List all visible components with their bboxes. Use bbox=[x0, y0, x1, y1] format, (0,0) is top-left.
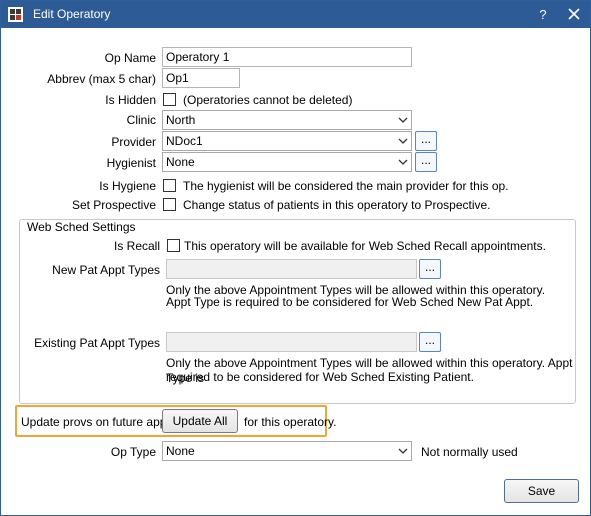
is-recall-checkbox[interactable] bbox=[167, 239, 180, 252]
existing-pat-appt-types-label: Existing Pat Appt Types bbox=[34, 336, 160, 350]
op-type-label: Op Type bbox=[110, 445, 156, 459]
hygienist-label: Hygienist bbox=[106, 156, 156, 170]
op-type-value: None bbox=[166, 444, 195, 458]
new-pat-appt-types-label: New Pat Appt Types bbox=[52, 263, 160, 277]
is-hygiene-label: Is Hygiene bbox=[99, 179, 156, 193]
close-icon bbox=[568, 8, 580, 20]
new-pat-note-line2: Appt Type is required to be considered f… bbox=[166, 295, 534, 309]
clinic-select[interactable]: North bbox=[162, 110, 412, 130]
set-prospective-label: Set Prospective bbox=[71, 198, 156, 212]
chevron-down-icon bbox=[398, 448, 408, 454]
is-hidden-checkbox[interactable] bbox=[163, 93, 176, 106]
existing-pat-appt-types-field bbox=[166, 332, 417, 352]
hygienist-value: None bbox=[166, 155, 195, 169]
is-hidden-label: Is Hidden bbox=[105, 93, 156, 107]
is-recall-label: Is Recall bbox=[113, 239, 160, 253]
is-hygiene-note: The hygienist will be considered the mai… bbox=[183, 179, 509, 193]
chevron-down-icon bbox=[398, 117, 408, 123]
set-prospective-checkbox[interactable] bbox=[163, 198, 176, 211]
app-icon bbox=[8, 7, 23, 22]
provider-value: NDoc1 bbox=[166, 134, 203, 148]
existing-pat-note-line2: required to be considered for Web Sched … bbox=[166, 370, 474, 384]
chevron-down-icon bbox=[398, 138, 408, 144]
existing-pat-appt-types-button[interactable]: ... bbox=[419, 332, 441, 352]
set-prospective-note: Change status of patients in this operat… bbox=[183, 198, 491, 212]
provider-picker-button[interactable]: ... bbox=[415, 131, 437, 151]
close-button[interactable] bbox=[564, 5, 584, 24]
abbrev-label: Abbrev (max 5 char) bbox=[47, 72, 156, 86]
provider-label: Provider bbox=[111, 135, 156, 149]
hygienist-select[interactable]: None bbox=[162, 152, 412, 172]
clinic-label: Clinic bbox=[126, 113, 156, 127]
help-button[interactable]: ? bbox=[533, 5, 553, 24]
op-name-input[interactable]: Operatory 1 bbox=[162, 47, 412, 67]
window-title: Edit Operatory bbox=[33, 7, 111, 21]
is-hidden-note: (Operatories cannot be deleted) bbox=[183, 93, 353, 107]
op-type-note: Not normally used bbox=[421, 445, 518, 459]
update-provs-label: Update provs on future appts bbox=[21, 415, 176, 429]
save-button[interactable]: Save bbox=[504, 479, 579, 503]
update-provs-suffix: for this operatory. bbox=[244, 415, 337, 429]
chevron-down-icon bbox=[398, 159, 408, 165]
op-name-label: Op Name bbox=[104, 51, 156, 65]
web-sched-title: Web Sched Settings bbox=[25, 220, 138, 234]
is-hygiene-checkbox[interactable] bbox=[163, 179, 176, 192]
op-type-select[interactable]: None bbox=[162, 441, 412, 461]
new-pat-appt-types-button[interactable]: ... bbox=[419, 259, 441, 279]
edit-operatory-window: Edit Operatory ? Op Name Operatory 1 Abb… bbox=[0, 0, 591, 516]
update-all-button[interactable]: Update All bbox=[162, 409, 238, 433]
clinic-value: North bbox=[166, 113, 196, 127]
provider-select[interactable]: NDoc1 bbox=[162, 131, 412, 151]
title-bar: Edit Operatory ? bbox=[1, 1, 590, 28]
is-recall-note: This operatory will be available for Web… bbox=[184, 239, 546, 253]
new-pat-appt-types-field bbox=[166, 259, 417, 279]
abbrev-input[interactable]: Op1 bbox=[162, 68, 240, 88]
hygienist-picker-button[interactable]: ... bbox=[415, 152, 437, 172]
